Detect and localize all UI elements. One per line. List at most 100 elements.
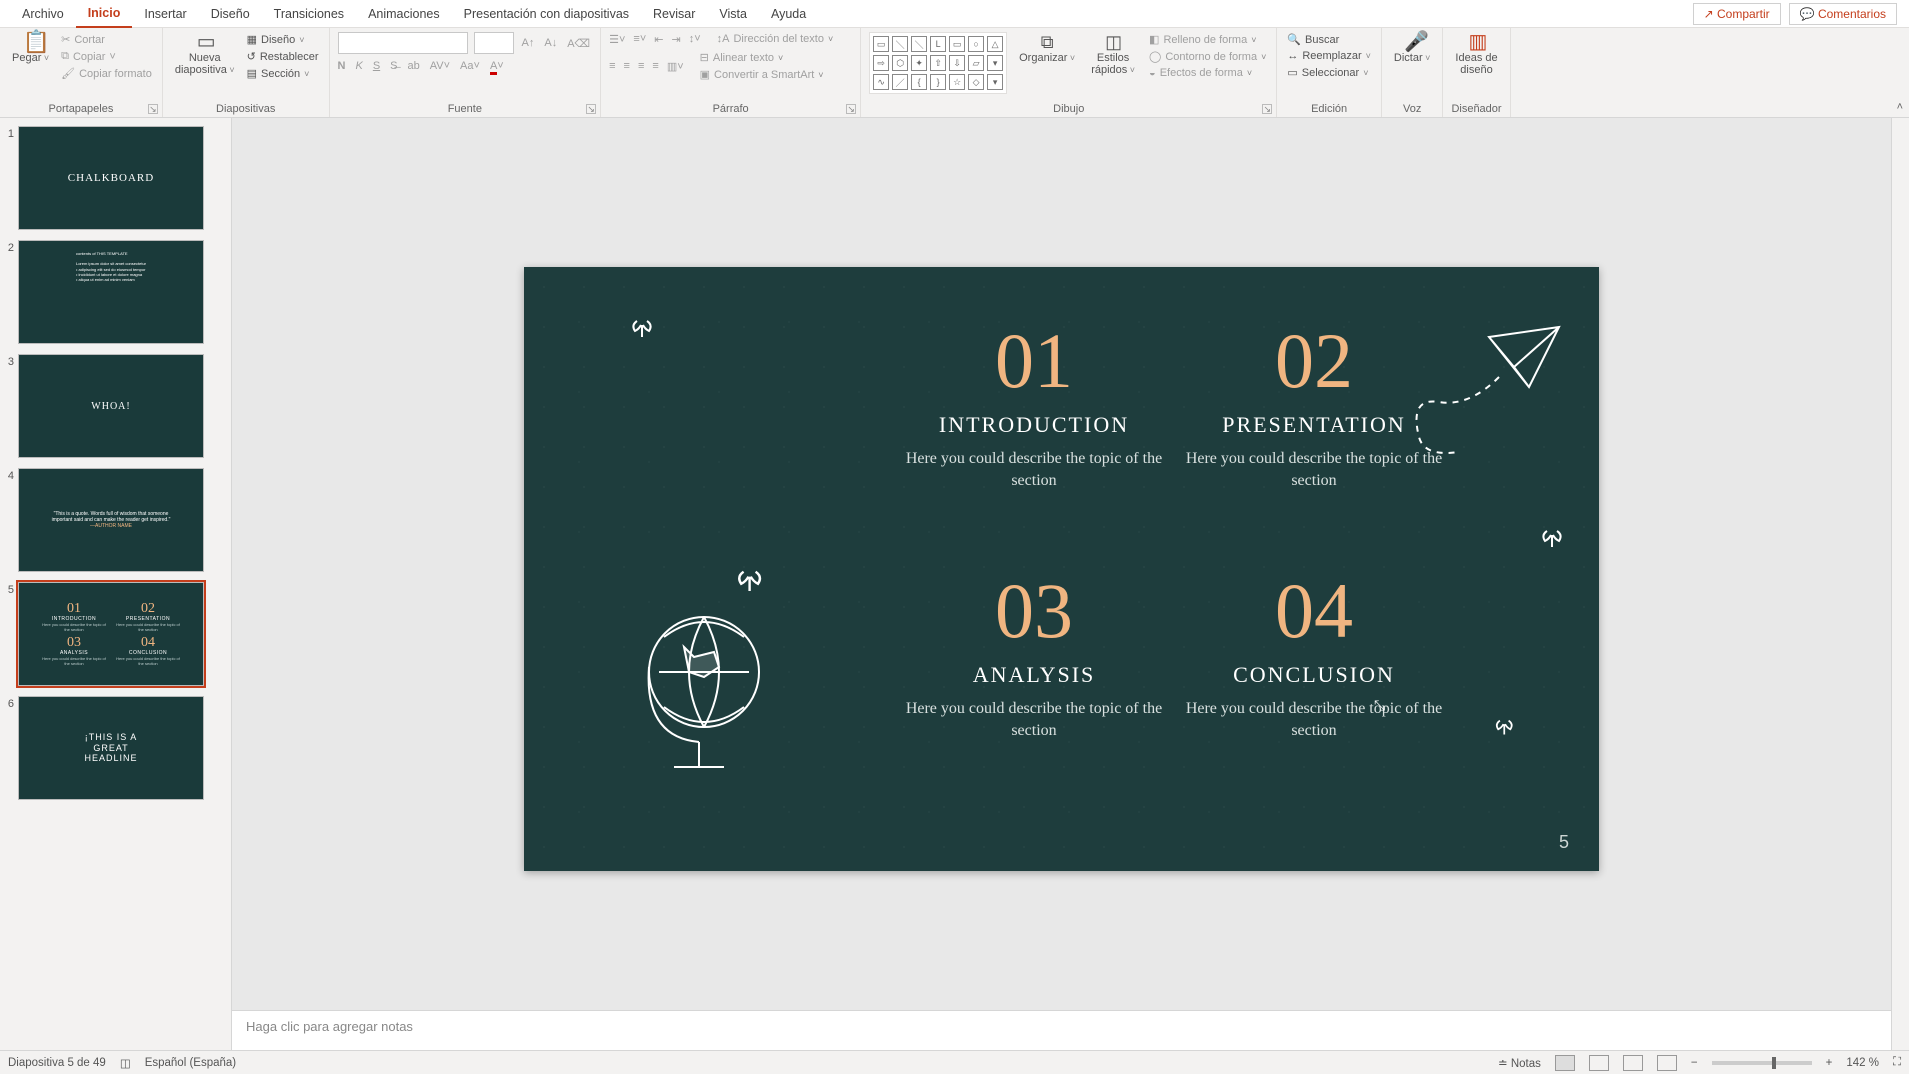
text-direction-button[interactable]: ↕A Dirección del texto: [715, 32, 836, 46]
copy-button[interactable]: ⧉ Copiar ˅: [59, 49, 154, 64]
decrease-font-icon[interactable]: A↓: [542, 36, 559, 50]
tab-transitions[interactable]: Transiciones: [262, 1, 356, 27]
bullets-button[interactable]: ☰˅: [609, 33, 625, 46]
tab-animations[interactable]: Animaciones: [356, 1, 452, 27]
dialog-launcher-icon[interactable]: ↘: [846, 104, 856, 114]
highlight-button[interactable]: AV˅: [430, 60, 450, 72]
case-button[interactable]: Aa˅: [460, 60, 480, 72]
shape-curve-icon[interactable]: ∿: [873, 74, 889, 90]
sorter-view-button[interactable]: [1589, 1055, 1609, 1071]
zoom-in-button[interactable]: +: [1826, 1057, 1833, 1069]
shape-tri-icon[interactable]: △: [987, 36, 1003, 52]
shape-hex-icon[interactable]: ⬡: [892, 55, 908, 71]
tab-file[interactable]: Archivo: [10, 1, 76, 27]
zoom-out-button[interactable]: −: [1691, 1057, 1698, 1069]
increase-font-icon[interactable]: A↑: [520, 36, 537, 50]
shape-star2-icon[interactable]: ☆: [949, 74, 965, 90]
font-size-input[interactable]: [474, 32, 514, 54]
zoom-slider[interactable]: [1712, 1061, 1812, 1065]
thumbnail-3[interactable]: WHOA!: [18, 354, 204, 458]
reset-button[interactable]: ↺ Restablecer: [245, 49, 321, 64]
section-button[interactable]: ▤ Sección: [245, 66, 321, 81]
format-painter-button[interactable]: 🖌 Copiar formato: [59, 66, 154, 81]
tab-review[interactable]: Revisar: [641, 1, 707, 27]
clear-format-icon[interactable]: A⌫: [565, 36, 592, 51]
outdent-button[interactable]: ⇤: [654, 33, 663, 46]
shape-connector-icon[interactable]: L: [930, 36, 946, 52]
thumbnail-6[interactable]: ¡THIS IS AGREATHEADLINE: [18, 696, 204, 800]
thumbnail-4[interactable]: "This is a quote. Words full of wisdom t…: [18, 468, 204, 572]
shapes-gallery[interactable]: ▭＼＼L▭○△ ⇨⬡✦⇧⇩▱▾ ∿／{}☆◇▾: [869, 32, 1007, 94]
cut-button[interactable]: ✂ Cortar: [59, 32, 154, 47]
shape-effects-button[interactable]: ◒ Efectos de forma: [1147, 66, 1268, 80]
smartart-button[interactable]: ▣ Convertir a SmartArt: [698, 67, 826, 82]
shape-free-icon[interactable]: ／: [892, 74, 908, 90]
shadow-button[interactable]: ab: [408, 60, 420, 72]
tab-design[interactable]: Diseño: [199, 1, 262, 27]
arrange-button[interactable]: ⧉ Organizar: [1015, 32, 1079, 66]
shape-star-icon[interactable]: ✦: [911, 55, 927, 71]
language-button[interactable]: Español (España): [145, 1057, 236, 1069]
new-slide-button[interactable]: ▭ Nueva diapositiva: [171, 32, 239, 78]
dialog-launcher-icon[interactable]: ↘: [148, 104, 158, 114]
shape-callout-icon[interactable]: ▱: [968, 55, 984, 71]
align-text-button[interactable]: ⊟ Alinear texto: [698, 50, 826, 65]
tab-home[interactable]: Inicio: [76, 0, 133, 28]
shape-oval-icon[interactable]: ○: [968, 36, 984, 52]
toc-item-4[interactable]: 04 CONCLUSION Here you could describe th…: [1174, 572, 1454, 822]
align-left-button[interactable]: ≡: [609, 60, 615, 72]
quick-styles-button[interactable]: ◫ Estilos rápidos: [1087, 32, 1139, 78]
justify-button[interactable]: ≡: [652, 60, 658, 72]
fit-window-button[interactable]: ⛶: [1893, 1056, 1901, 1069]
shape-arrow2-icon[interactable]: ⇧: [930, 55, 946, 71]
columns-button[interactable]: ▥˅: [667, 60, 684, 73]
comments-button[interactable]: 💬 Comentarios: [1789, 3, 1897, 25]
notes-toggle-button[interactable]: ≐ Notas: [1498, 1056, 1541, 1070]
shape-outline-button[interactable]: ◯ Contorno de forma: [1147, 49, 1268, 64]
collapse-ribbon-icon[interactable]: ˄: [1897, 101, 1903, 113]
bold-button[interactable]: N: [338, 60, 346, 72]
indent-button[interactable]: ⇥: [671, 33, 680, 46]
font-name-input[interactable]: [338, 32, 468, 54]
toc-item-3[interactable]: 03 ANALYSIS Here you could describe the …: [894, 572, 1174, 822]
layout-button[interactable]: ▦ Diseño: [245, 32, 321, 47]
shape-brace-icon[interactable]: {: [911, 74, 927, 90]
shape-arrow3-icon[interactable]: ⇩: [949, 55, 965, 71]
slideshow-view-button[interactable]: [1657, 1055, 1677, 1071]
slide-canvas[interactable]: 01 INTRODUCTION Here you could describe …: [232, 118, 1891, 1010]
align-center-button[interactable]: ≡: [624, 60, 630, 72]
paste-button[interactable]: 📋 Pegar: [8, 32, 53, 66]
design-ideas-button[interactable]: ▥ Ideas de diseño: [1451, 32, 1501, 94]
tab-view[interactable]: Vista: [707, 1, 759, 27]
toc-item-1[interactable]: 01 INTRODUCTION Here you could describe …: [894, 322, 1174, 572]
align-right-button[interactable]: ≡: [638, 60, 644, 72]
find-button[interactable]: 🔍 Buscar: [1285, 32, 1373, 47]
shape-arrow-icon[interactable]: ⇨: [873, 55, 889, 71]
tab-slideshow[interactable]: Presentación con diapositivas: [452, 1, 641, 27]
spellcheck-icon[interactable]: ◫: [120, 1056, 131, 1070]
line-spacing-button[interactable]: ↕˅: [689, 33, 701, 45]
share-button[interactable]: ↗ Compartir: [1693, 3, 1781, 25]
dialog-launcher-icon[interactable]: ↘: [586, 104, 596, 114]
shape-brace2-icon[interactable]: }: [930, 74, 946, 90]
font-color-button[interactable]: A˅: [490, 60, 504, 72]
thumbnail-2[interactable]: contents of THIS TEMPLATELorem ipsum dol…: [18, 240, 204, 344]
normal-view-button[interactable]: [1555, 1055, 1575, 1071]
thumbnail-1[interactable]: CHALKBOARD: [18, 126, 204, 230]
shape-fill-button[interactable]: ◧ Relleno de forma: [1147, 32, 1268, 47]
shape-line-icon[interactable]: ＼: [892, 36, 908, 52]
dialog-launcher-icon[interactable]: ↘: [1262, 104, 1272, 114]
slide[interactable]: 01 INTRODUCTION Here you could describe …: [524, 267, 1599, 871]
shape-line2-icon[interactable]: ＼: [911, 36, 927, 52]
toc-item-2[interactable]: 02 PRESENTATION Here you could describe …: [1174, 322, 1454, 572]
strike-button[interactable]: S̶: [390, 60, 397, 72]
vertical-scrollbar[interactable]: [1891, 118, 1909, 1050]
tab-help[interactable]: Ayuda: [759, 1, 818, 27]
thumbnail-panel[interactable]: 1 CHALKBOARD 2 contents of THIS TEMPLATE…: [0, 118, 232, 1050]
thumbnail-5[interactable]: 01INTRODUCTIONHere you could describe th…: [18, 582, 204, 686]
tab-insert[interactable]: Insertar: [132, 1, 198, 27]
notes-input[interactable]: Haga clic para agregar notas: [232, 1010, 1891, 1050]
shape-cloud-icon[interactable]: ◇: [968, 74, 984, 90]
shape-more-icon[interactable]: ▾: [987, 55, 1003, 71]
select-button[interactable]: ▭ Seleccionar: [1285, 65, 1373, 80]
